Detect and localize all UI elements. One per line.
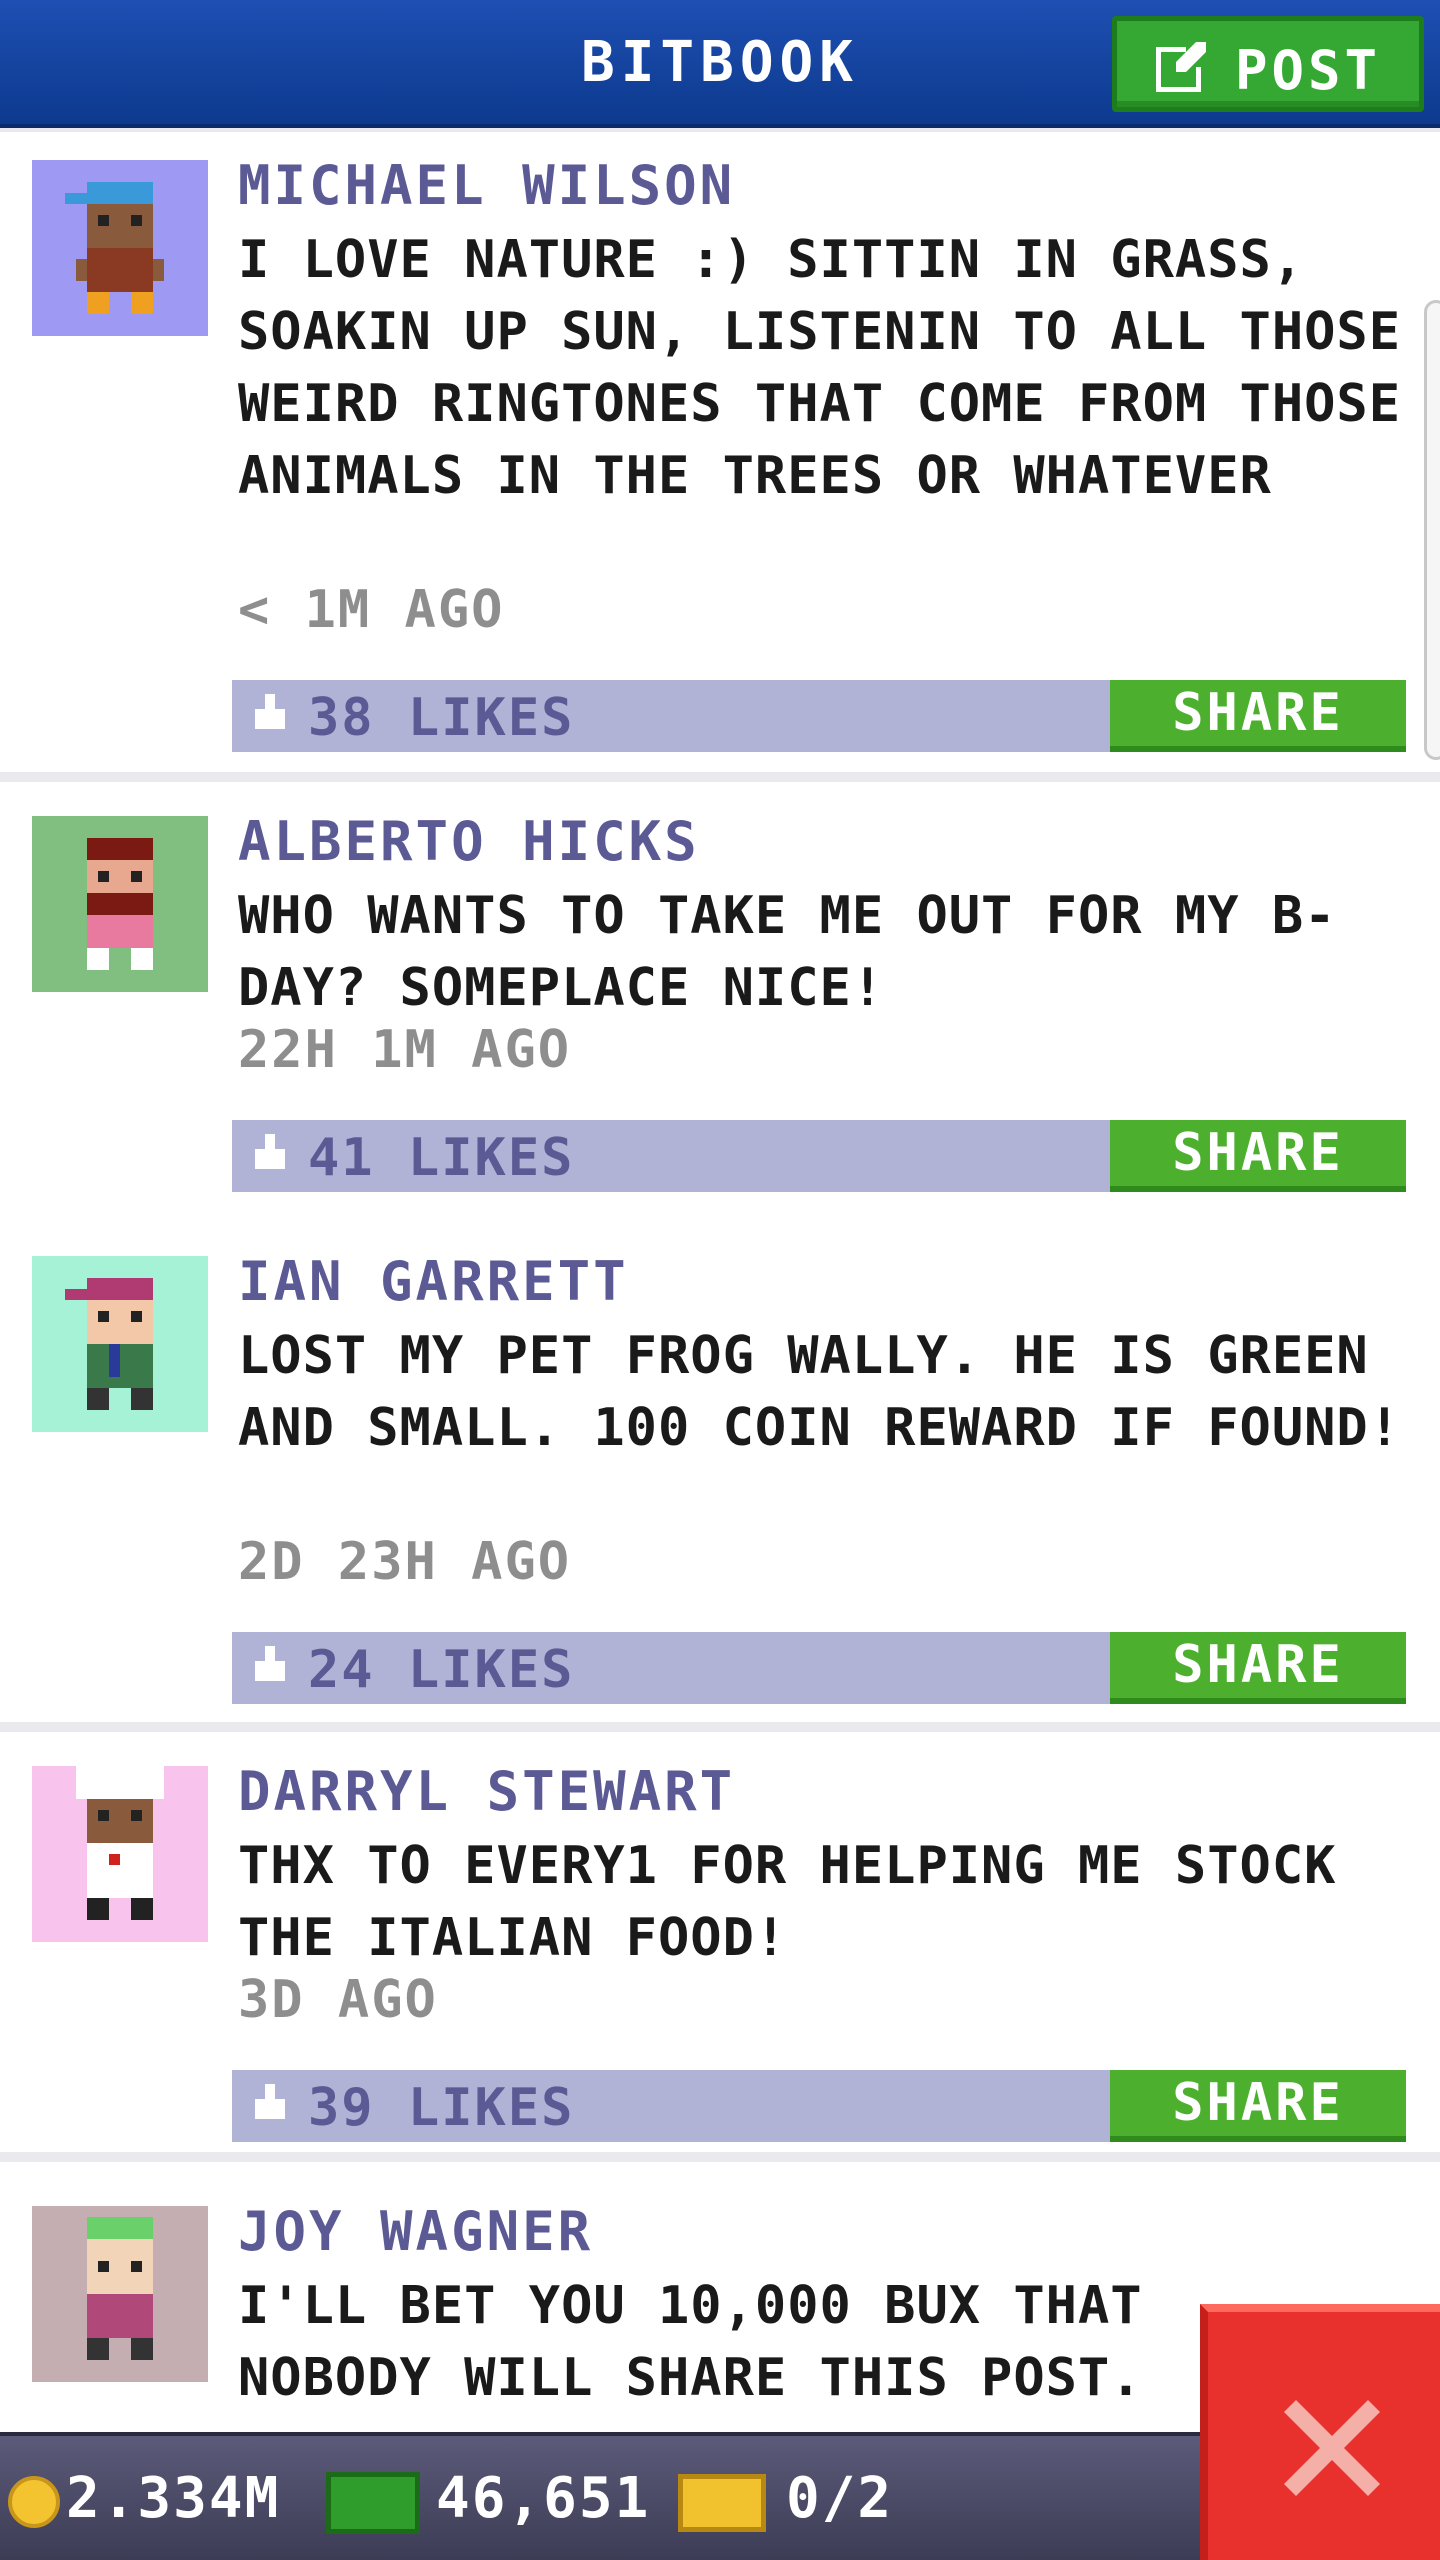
coin-count: 2.334M (66, 2466, 281, 2531)
thumbs-up-icon[interactable] (250, 2084, 290, 2124)
like-bar: 38 LIKES SHARE (232, 680, 1406, 752)
ticket-count: 0/2 (786, 2466, 894, 2531)
post-button-label: POST (1235, 39, 1382, 102)
compose-icon (1156, 42, 1206, 92)
coin-icon (8, 2476, 60, 2528)
avatar-character-icon (65, 1278, 153, 1410)
post-text: THX TO EVERY1 FOR HELPING ME STOCK THE I… (238, 1836, 1337, 1968)
like-bar: 39 LIKES SHARE (232, 2070, 1406, 2142)
share-button[interactable]: SHARE (1110, 1120, 1406, 1192)
avatar[interactable] (32, 2206, 208, 2382)
post-card: DARRYL STEWART THX TO EVERY1 FOR HELPING… (0, 1732, 1440, 2152)
avatar[interactable] (32, 1256, 208, 1432)
post-time: 22H 1M AGO (238, 1020, 572, 1080)
like-count: 39 LIKES (308, 2078, 575, 2138)
scrollbar[interactable] (1424, 300, 1440, 760)
avatar[interactable] (32, 1766, 208, 1942)
avatar-character-icon (65, 182, 164, 314)
post-feed[interactable]: MICHAEL WILSON I LOVE NATURE :) SITTIN I… (0, 132, 1440, 2432)
share-button[interactable]: SHARE (1110, 1632, 1406, 1704)
post-time: 2D 23H AGO (238, 1532, 572, 1592)
like-bar: 41 LIKES SHARE (232, 1120, 1406, 1192)
avatar-character-icon (76, 1766, 164, 1920)
thumbs-up-icon[interactable] (250, 1646, 290, 1686)
post-card: MICHAEL WILSON I LOVE NATURE :) SITTIN I… (0, 132, 1440, 772)
post-author[interactable]: JOY WAGNER (238, 2200, 593, 2263)
bux-icon (326, 2472, 420, 2534)
post-author[interactable]: MICHAEL WILSON (238, 154, 735, 217)
post-card: IAN GARRETT LOST MY PET FROG WALLY. HE I… (0, 1222, 1440, 1722)
ticket-icon (678, 2474, 766, 2532)
close-icon (1284, 2400, 1380, 2496)
like-count: 24 LIKES (308, 1640, 575, 1700)
thumbs-up-icon[interactable] (250, 1134, 290, 1174)
share-button[interactable]: SHARE (1110, 680, 1406, 752)
post-button[interactable]: POST (1112, 16, 1424, 112)
post-text: WHO WANTS TO TAKE ME OUT FOR MY B-DAY? S… (238, 886, 1337, 1018)
thumbs-up-icon[interactable] (250, 694, 290, 734)
avatar[interactable] (32, 816, 208, 992)
like-count: 38 LIKES (308, 688, 575, 748)
post-time: 3D AGO (238, 1970, 438, 2030)
share-button[interactable]: SHARE (1110, 2070, 1406, 2142)
post-text: I LOVE NATURE :) SITTIN IN GRASS, SOAKIN… (238, 230, 1402, 506)
close-button[interactable] (1200, 2304, 1440, 2560)
post-author[interactable]: IAN GARRETT (238, 1250, 629, 1313)
post-author[interactable]: DARRYL STEWART (238, 1760, 735, 1823)
avatar[interactable] (32, 160, 208, 336)
post-time: < 1M AGO (238, 580, 505, 640)
post-text: LOST MY PET FROG WALLY. HE IS GREEN AND … (238, 1326, 1402, 1458)
app-header: BITBOOK POST (0, 0, 1440, 128)
avatar-character-icon (87, 838, 153, 970)
bux-count: 46,651 (436, 2466, 651, 2531)
post-author[interactable]: ALBERTO HICKS (238, 810, 700, 873)
avatar-character-icon (87, 2217, 153, 2360)
like-count: 41 LIKES (308, 1128, 575, 1188)
post-text: I'LL BET YOU 10,000 BUX THAT NOBODY WILL… (238, 2276, 1143, 2408)
like-bar: 24 LIKES SHARE (232, 1632, 1406, 1704)
